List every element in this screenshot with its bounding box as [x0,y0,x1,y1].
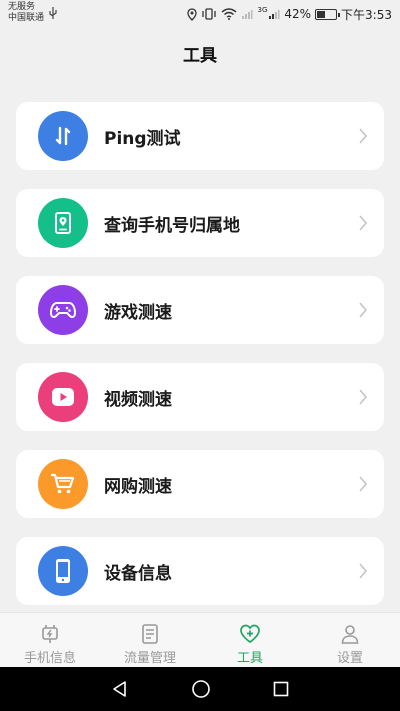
vibrate-icon [202,8,217,20]
shopping-cart-icon [51,473,75,494]
game-icon-badge [38,285,88,335]
video-icon-badge [38,372,88,422]
tab-label: 手机信息 [23,651,76,666]
chevron-right-icon [359,563,368,579]
home-icon[interactable] [191,679,211,699]
clock: 下午3:53 [341,7,392,22]
carrier-info: 无服务 中国联通 [8,2,44,24]
device-icon-badge [38,546,88,596]
tab-label: 流量管理 [123,651,176,666]
ping-icon-badge [38,111,88,161]
chevron-right-icon [359,476,368,492]
status-icons: 3G 42% 下午3:53 [187,6,392,22]
tool-label: 网购测速 [104,476,172,497]
tool-item-device-info[interactable]: 设备信息 [16,537,384,605]
document-icon [142,624,158,644]
phone-device-icon [56,559,70,583]
gamepad-icon [50,302,76,318]
chevron-right-icon [359,128,368,144]
usb-icon [49,7,57,19]
page-header: 工具 [0,28,400,78]
chevron-right-icon [359,215,368,231]
back-icon[interactable] [111,680,129,698]
bottom-tab-bar: 手机信息 流量管理 工具 设置 [0,612,400,667]
tool-item-video-speed[interactable]: 视频测速 [16,363,384,431]
location-icon [187,7,198,21]
battery-percent: 42% [284,7,312,21]
location-icon-badge [38,198,88,248]
location-card-icon [55,212,71,234]
carrier-line-2: 中国联通 [8,13,45,23]
person-icon [341,625,359,644]
ping-arrows-icon [55,126,71,146]
tab-phone-info[interactable]: 手机信息 [0,613,100,667]
tool-item-shopping-speed[interactable]: 网购测速 [16,450,384,518]
tool-item-ping-test[interactable]: Ping测试 [16,102,384,170]
tool-label: 查询手机号归属地 [104,215,240,236]
phone-charge-icon [42,625,58,643]
chevron-right-icon [359,389,368,405]
tab-label: 工具 [236,651,263,666]
status-bar: 无服务 中国联通 3G 42% 下午3:53 [0,0,400,28]
network-type-label: 3G [257,6,268,14]
wifi-icon [222,8,237,20]
tool-label: 游戏测速 [104,302,172,323]
system-navigation-bar [0,667,400,711]
tab-tools[interactable]: 工具 [200,613,300,667]
play-icon [52,388,74,406]
signal-icon [269,10,280,19]
carrier-line-1: 无服务 [8,2,36,12]
tool-item-phone-location[interactable]: 查询手机号归属地 [16,189,384,257]
tool-label: 设备信息 [104,563,172,584]
tab-settings[interactable]: 设置 [300,613,400,667]
shopping-icon-badge [38,459,88,509]
chevron-right-icon [359,302,368,318]
tool-list: Ping测试 查询手机号归属地 游戏测速 视频测速 网购测速 设备信息 [16,102,384,624]
battery-icon [315,8,341,20]
tool-label: Ping测试 [104,128,181,149]
battery-level-fill [317,10,325,18]
page-title: 工具 [183,45,217,66]
signal-off-icon [242,10,253,19]
tool-label: 视频测速 [104,389,172,410]
heart-plus-icon [240,624,260,644]
recents-icon[interactable] [273,681,289,697]
tab-label: 设置 [336,651,363,666]
tool-item-game-speed[interactable]: 游戏测速 [16,276,384,344]
tab-data-management[interactable]: 流量管理 [100,613,200,667]
